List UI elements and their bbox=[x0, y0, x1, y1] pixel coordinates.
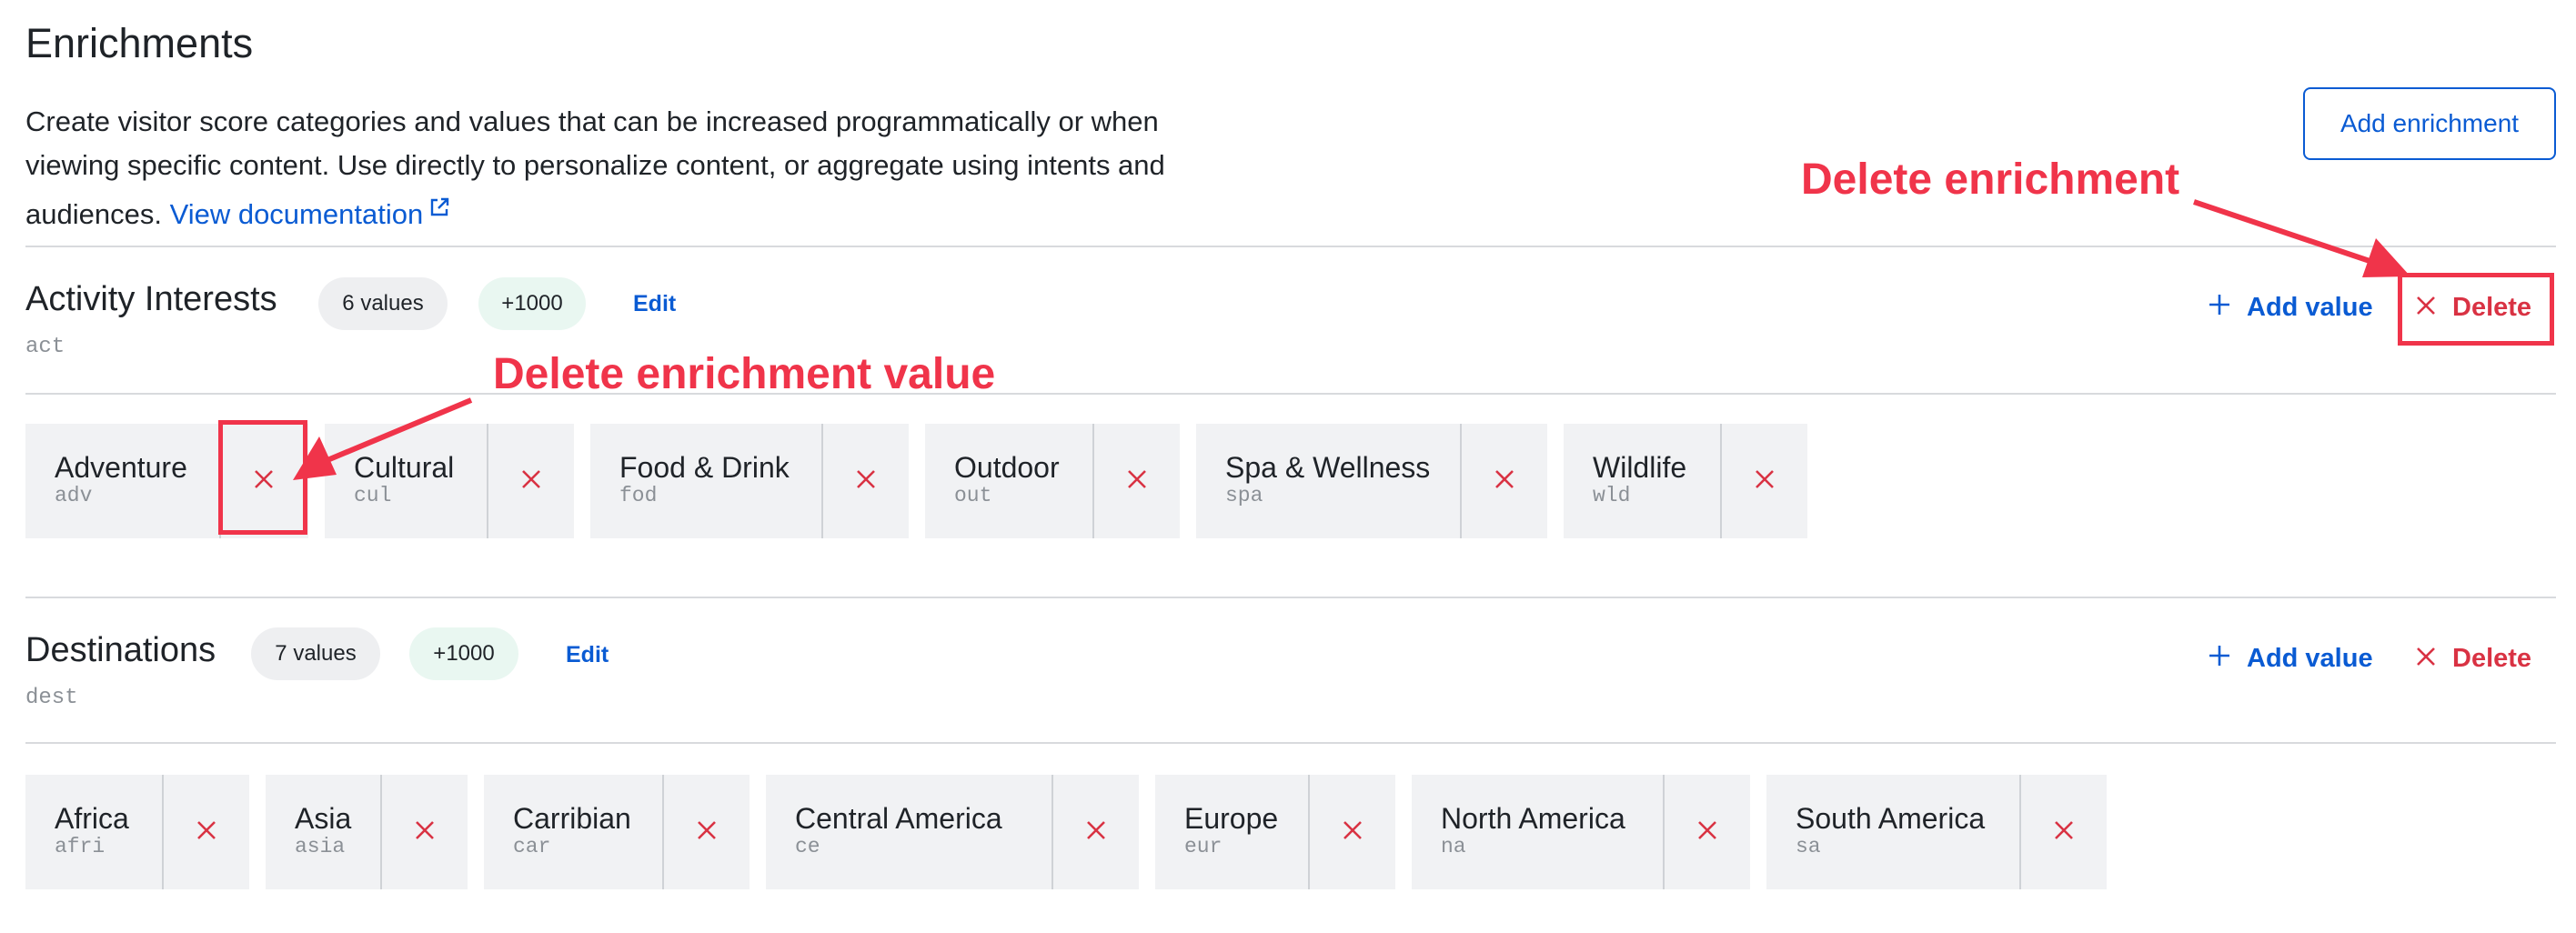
annotation-arrows bbox=[293, 199, 2410, 480]
arrow-to-delete-enrichment bbox=[2193, 199, 2384, 268]
arrow-to-delete-value bbox=[326, 397, 473, 463]
arrowhead bbox=[2362, 238, 2410, 277]
